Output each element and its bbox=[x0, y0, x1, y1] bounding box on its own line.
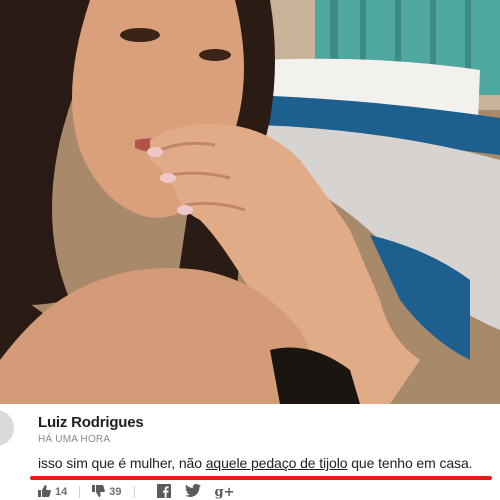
avatar[interactable] bbox=[0, 410, 14, 446]
comment-text: isso sim que é mulher, não aquele pedaço… bbox=[38, 455, 473, 471]
facebook-icon[interactable] bbox=[156, 483, 171, 500]
post-photo bbox=[0, 0, 500, 404]
action-separator bbox=[79, 486, 81, 498]
dislike-button[interactable]: 39 bbox=[92, 484, 122, 500]
comment-text-before: isso sim que é mulher, não bbox=[38, 455, 206, 471]
twitter-icon[interactable] bbox=[184, 483, 201, 500]
comment-author[interactable]: Luiz Rodrigues bbox=[38, 414, 144, 431]
comment-text-after: que tenho em casa. bbox=[347, 455, 473, 471]
comment-text-underlined: aquele pedaço de tijolo bbox=[205, 455, 348, 471]
thumbs-down-icon bbox=[92, 484, 106, 500]
red-highlight-underline bbox=[30, 476, 492, 480]
comment-timestamp: HÁ UMA HORA bbox=[38, 434, 111, 445]
like-button[interactable]: 14 bbox=[38, 484, 68, 500]
photo-illustration bbox=[0, 0, 500, 404]
dislike-count: 39 bbox=[109, 486, 122, 498]
share-buttons: g+ bbox=[156, 483, 235, 500]
google-plus-icon[interactable]: g+ bbox=[215, 485, 235, 500]
action-separator bbox=[133, 486, 135, 498]
thumbs-up-icon bbox=[38, 484, 51, 500]
comment-action-bar: 14 39 g+ bbox=[38, 483, 298, 500]
like-count: 14 bbox=[55, 486, 68, 498]
comment-card: Luiz Rodrigues HÁ UMA HORA isso sim que … bbox=[0, 404, 500, 500]
